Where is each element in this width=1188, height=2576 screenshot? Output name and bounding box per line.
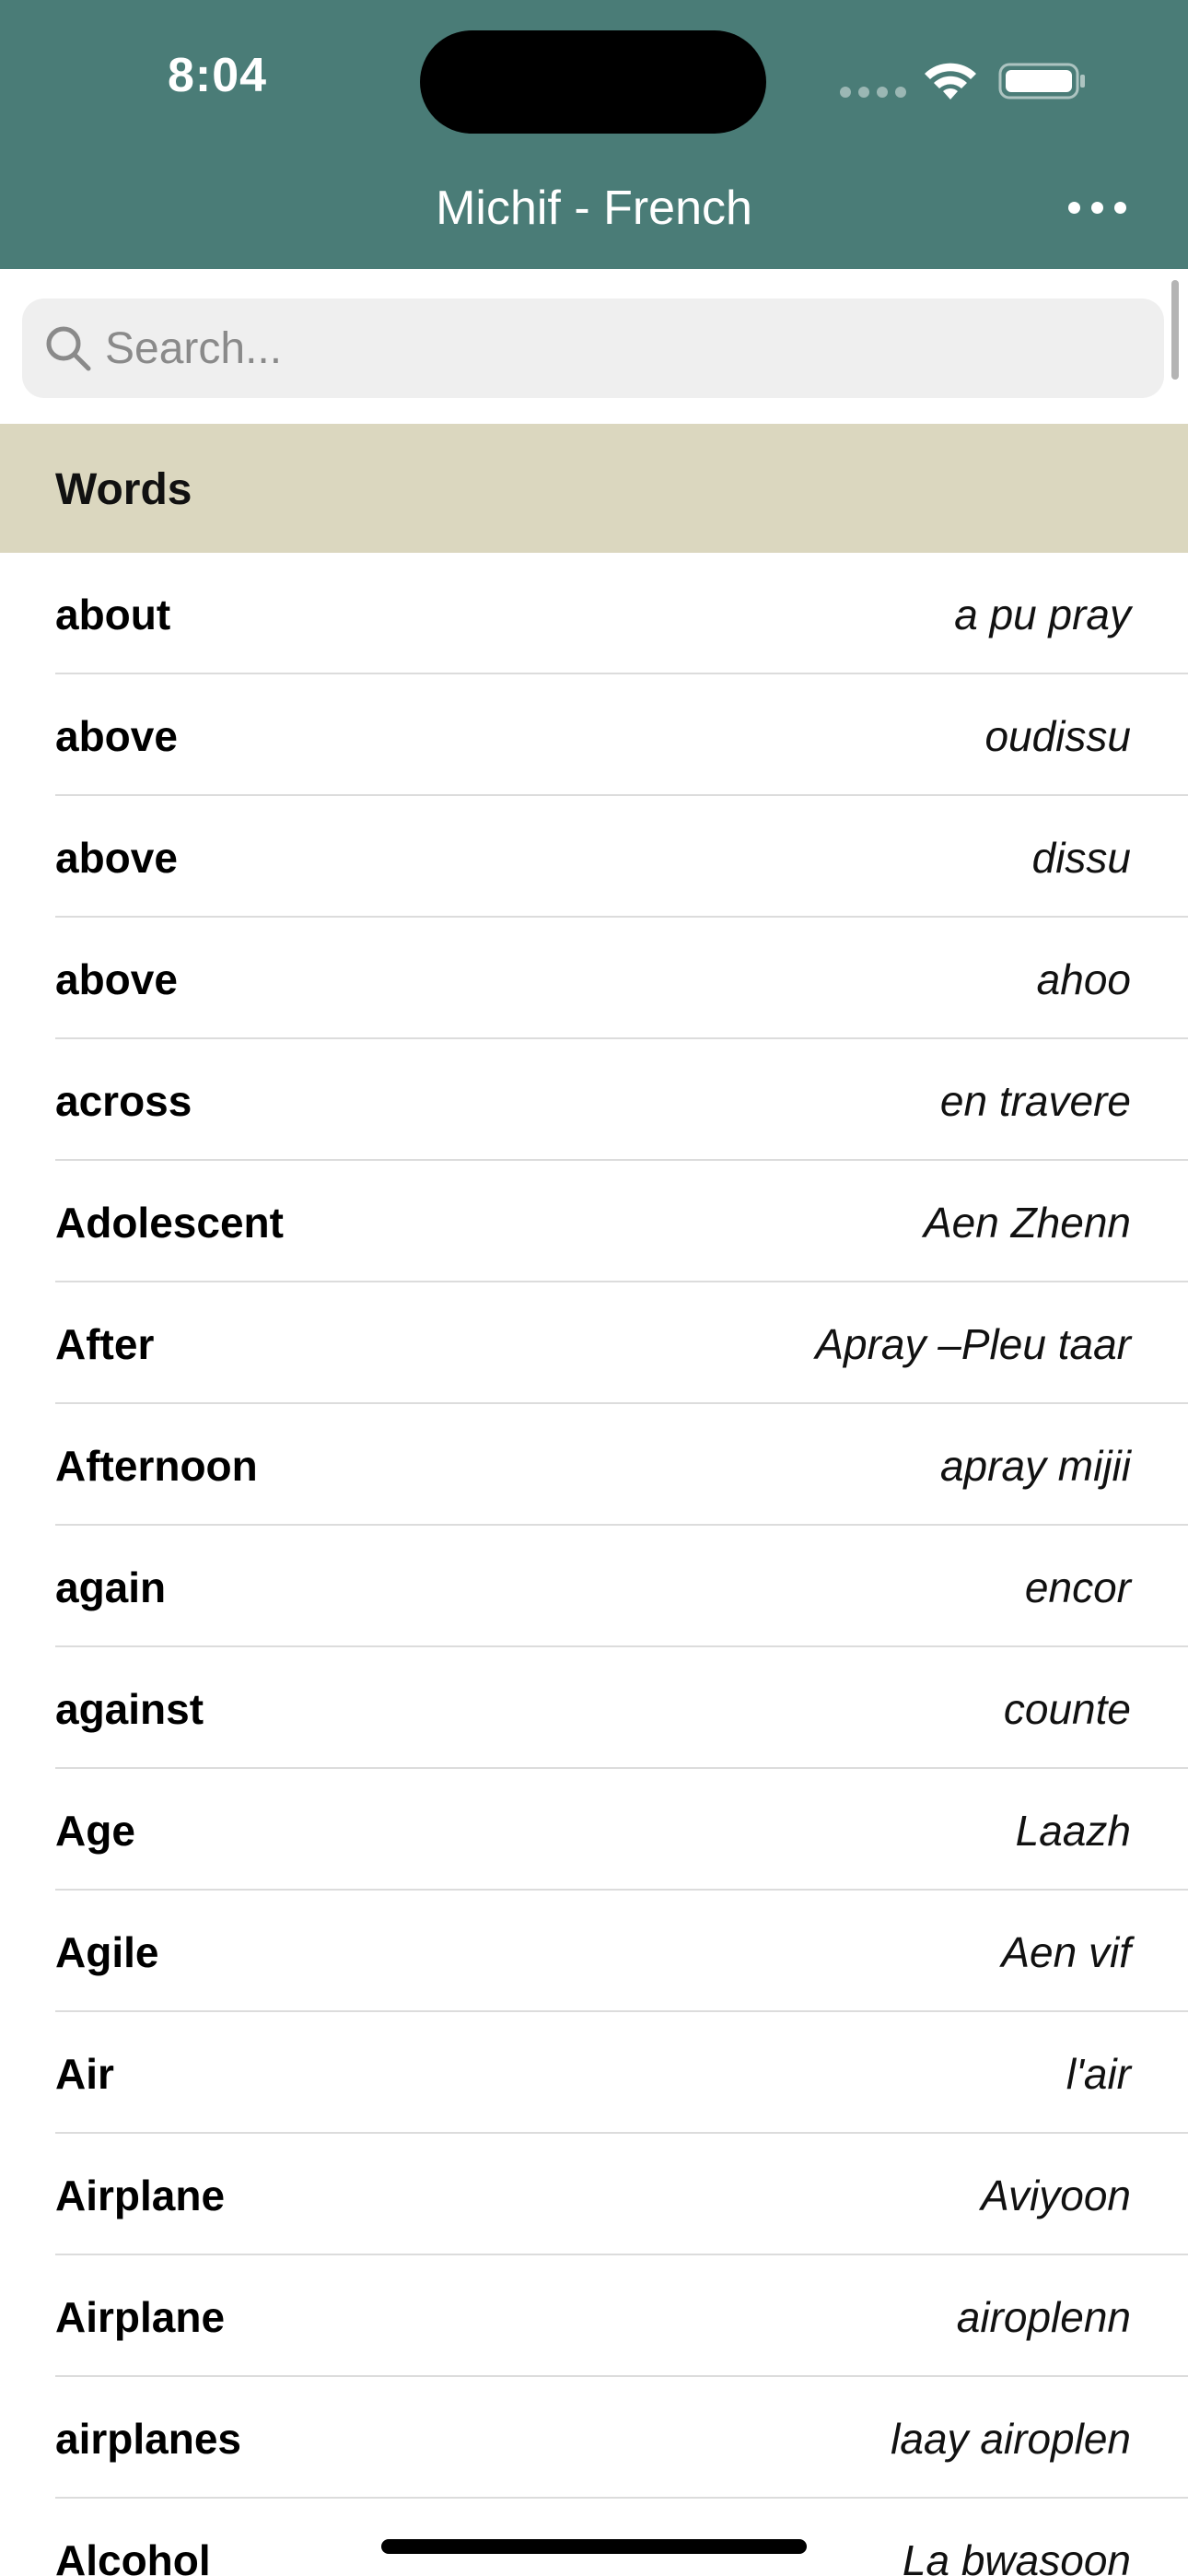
list-item[interactable]: Airplane Aviyoon — [0, 2134, 1188, 2255]
list-item[interactable]: above ahoo — [0, 918, 1188, 1039]
ellipsis-icon — [1068, 201, 1080, 214]
word-translation: Laazh — [1015, 1807, 1131, 1855]
search-bar-container — [0, 269, 1188, 424]
word-english: Agile — [55, 1928, 159, 1976]
list-item[interactable]: Airplane airoplenn — [0, 2255, 1188, 2377]
word-english: Age — [55, 1807, 135, 1855]
word-translation: oudissu — [984, 712, 1131, 760]
word-english: across — [55, 1077, 192, 1125]
word-translation: airoplenn — [956, 2293, 1131, 2341]
word-translation: Aen Zhenn — [923, 1199, 1131, 1247]
word-translation: en travere — [939, 1077, 1131, 1125]
word-translation: La bwasoon — [902, 2536, 1131, 2576]
word-english: about — [55, 591, 171, 638]
battery-icon — [998, 63, 1085, 100]
word-translation: counte — [1003, 1685, 1131, 1733]
nav-header: 8:04 Michif - French — [0, 0, 1188, 269]
list-item[interactable]: about a pu pray — [0, 553, 1188, 674]
word-english: above — [55, 955, 178, 1003]
word-english: above — [55, 834, 178, 882]
list-item[interactable]: above dissu — [0, 796, 1188, 918]
word-translation: Apray –Pleu taar — [815, 1320, 1131, 1368]
word-english: Adolescent — [55, 1199, 284, 1247]
word-list: about a pu pray above oudissu above diss… — [0, 553, 1188, 2576]
list-item[interactable]: against counte — [0, 1647, 1188, 1769]
search-input[interactable] — [105, 315, 1136, 381]
scroll-indicator[interactable] — [1171, 280, 1179, 380]
word-translation: dissu — [1031, 834, 1131, 882]
word-translation: encor — [1024, 1563, 1131, 1611]
list-item[interactable]: Alcohol La bwasoon — [0, 2499, 1188, 2576]
home-indicator[interactable] — [381, 2539, 807, 2554]
word-english: against — [55, 1685, 204, 1733]
word-english: After — [55, 1320, 155, 1368]
list-item[interactable]: airplanes laay airoplen — [0, 2377, 1188, 2499]
word-english: Afternoon — [55, 1442, 258, 1490]
list-item[interactable]: Air l'air — [0, 2012, 1188, 2134]
list-item[interactable]: Agile Aen vif — [0, 1891, 1188, 2012]
word-translation: Aen vif — [1001, 1928, 1131, 1976]
word-translation: a pu pray — [954, 591, 1131, 638]
search-field[interactable] — [22, 299, 1164, 398]
status-time: 8:04 — [168, 49, 268, 102]
list-item[interactable]: After Apray –Pleu taar — [0, 1282, 1188, 1404]
section-title: Words — [55, 465, 192, 514]
word-english: above — [55, 712, 178, 760]
word-english: Alcohol — [55, 2536, 211, 2576]
list-item[interactable]: across en travere — [0, 1039, 1188, 1161]
section-header: Words — [0, 424, 1188, 553]
word-english: Airplane — [55, 2172, 226, 2219]
cellular-signal-icon — [840, 87, 906, 98]
word-english: Airplane — [55, 2293, 226, 2341]
word-english: Air — [55, 2050, 114, 2098]
dynamic-island — [420, 30, 766, 134]
search-icon — [46, 326, 91, 371]
more-options-button[interactable] — [1068, 193, 1133, 221]
page-title: Michif - French — [436, 181, 752, 235]
word-translation: ahoo — [1036, 955, 1131, 1003]
word-translation: laay airoplen — [891, 2415, 1131, 2463]
word-translation: Aviyoon — [981, 2172, 1131, 2219]
list-item[interactable]: above oudissu — [0, 674, 1188, 796]
word-translation: l'air — [1066, 2050, 1131, 2098]
wifi-icon — [925, 63, 976, 100]
word-english: airplanes — [55, 2415, 241, 2463]
list-item[interactable]: Adolescent Aen Zhenn — [0, 1161, 1188, 1282]
list-item[interactable]: Afternoon apray mijii — [0, 1404, 1188, 1526]
list-item[interactable]: again encor — [0, 1526, 1188, 1647]
list-item[interactable]: Age Laazh — [0, 1769, 1188, 1891]
word-translation: apray mijii — [939, 1442, 1131, 1490]
word-english: again — [55, 1563, 167, 1611]
